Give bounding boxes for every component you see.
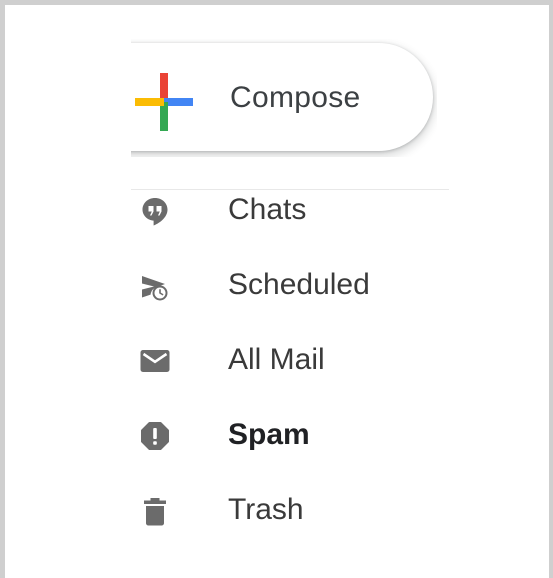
compose-label: Compose bbox=[230, 81, 361, 114]
envelope-icon bbox=[139, 345, 171, 377]
trash-icon bbox=[139, 495, 171, 527]
sidebar-item-label: All Mail bbox=[228, 343, 325, 376]
sidebar-item-label: Spam bbox=[228, 418, 310, 451]
sidebar-item-scheduled[interactable]: Scheduled bbox=[125, 256, 455, 316]
sidebar-item-chats[interactable]: Chats bbox=[125, 181, 455, 241]
scheduled-send-icon bbox=[139, 270, 171, 302]
report-spam-icon bbox=[139, 420, 171, 452]
compose-plus-icon bbox=[135, 73, 193, 131]
sidebar-item-trash[interactable]: Trash bbox=[125, 481, 455, 541]
compose-button[interactable]: Compose bbox=[131, 43, 433, 151]
sidebar-item-label: Trash bbox=[228, 493, 304, 526]
sidebar-item-label: Scheduled bbox=[228, 268, 370, 301]
sidebar-item-label: Chats bbox=[228, 193, 307, 226]
chat-bubble-icon bbox=[139, 195, 171, 227]
sidebar-item-all-mail[interactable]: All Mail bbox=[125, 331, 455, 391]
sidebar-item-spam[interactable]: Spam bbox=[125, 406, 455, 466]
compose-container: Compose bbox=[131, 39, 437, 157]
screenshot-frame: Compose Chats Scheduled All Mail Spam Tr… bbox=[0, 0, 553, 578]
